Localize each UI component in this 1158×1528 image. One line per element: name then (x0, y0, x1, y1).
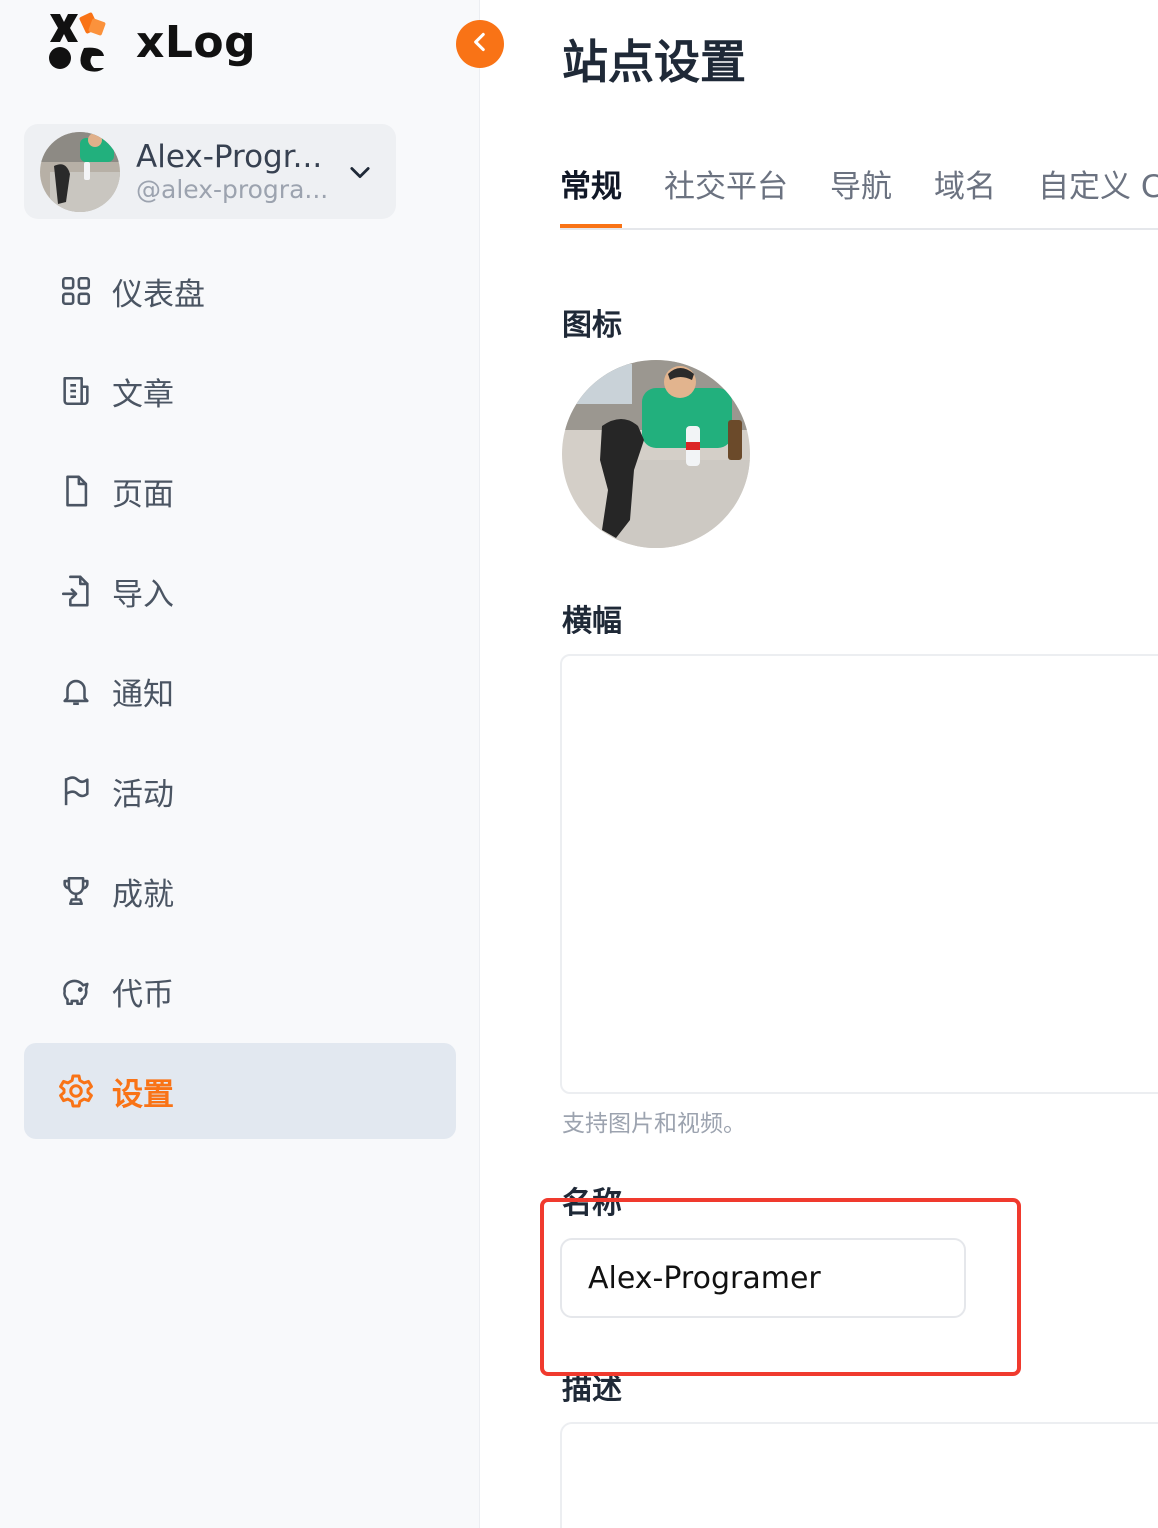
sidebar-item-pages[interactable]: 页面 (24, 443, 456, 539)
account-handle: @alex-progra... (136, 174, 329, 204)
tab-navigation[interactable]: 导航 (830, 160, 892, 228)
flag-icon (58, 773, 94, 809)
xlog-logo-icon (46, 12, 108, 72)
tab-custom[interactable]: 自定义 C (1038, 160, 1158, 228)
tab-domain[interactable]: 域名 (934, 160, 996, 228)
main-content: 站点设置 常规 社交平台 导航 域名 自定义 C 图标 横幅 支持图片和视频。 … (480, 0, 1158, 1528)
sidebar-item-notifications[interactable]: 通知 (24, 643, 456, 739)
sidebar-item-label: 设置 (112, 1076, 174, 1113)
name-label: 名称 (562, 1186, 622, 1221)
account-switcher[interactable]: Alex-Progr... @alex-progra... (24, 124, 396, 219)
sidebar-item-achievements[interactable]: 成就 (24, 843, 456, 939)
import-icon (58, 573, 94, 609)
site-name-input[interactable] (560, 1238, 966, 1318)
sidebar-item-label: 仪表盘 (112, 276, 205, 313)
sidebar-item-label: 通知 (112, 676, 174, 713)
sidebar-item-tokens[interactable]: 代币 (24, 943, 456, 1039)
trophy-icon (58, 873, 94, 909)
collapse-sidebar-button[interactable] (456, 20, 504, 68)
sidebar-item-label: 成就 (112, 876, 174, 913)
document-icon (58, 373, 94, 409)
bell-icon (58, 673, 94, 709)
file-icon (58, 473, 94, 509)
sidebar-item-label: 页面 (112, 476, 174, 513)
tab-general[interactable]: 常规 (560, 160, 622, 228)
sidebar-nav: 仪表盘 文章 页面 导入 通知 活动 成就 代币 设置 (24, 243, 456, 1143)
sidebar-item-label: 代币 (112, 976, 174, 1013)
description-label: 描述 (562, 1372, 622, 1407)
sidebar-item-import[interactable]: 导入 (24, 543, 456, 639)
gear-icon (58, 1073, 94, 1109)
description-textarea[interactable] (560, 1422, 1158, 1528)
chevron-left-icon (467, 29, 493, 59)
sidebar-item-label: 活动 (112, 776, 174, 813)
app-logo[interactable]: xLog (46, 12, 256, 72)
sidebar-item-posts[interactable]: 文章 (24, 343, 456, 439)
sidebar: xLog Alex-Progr... @alex-progra... 仪表盘 文… (0, 0, 480, 1528)
piggy-bank-icon (58, 973, 94, 1009)
icon-label: 图标 (562, 308, 622, 343)
sidebar-item-events[interactable]: 活动 (24, 743, 456, 839)
dashboard-grid-icon (58, 273, 94, 309)
banner-upload-area[interactable] (560, 654, 1158, 1094)
banner-hint: 支持图片和视频。 (562, 1111, 746, 1137)
avatar (40, 131, 120, 212)
sidebar-item-dashboard[interactable]: 仪表盘 (24, 243, 456, 339)
sidebar-item-settings[interactable]: 设置 (24, 1043, 456, 1139)
account-name: Alex-Progr... (136, 138, 323, 175)
account-info: Alex-Progr... @alex-progra... (136, 139, 336, 205)
tab-social-platforms[interactable]: 社交平台 (664, 160, 788, 228)
sidebar-item-label: 导入 (112, 576, 174, 613)
page-title: 站点设置 (562, 35, 746, 89)
site-icon-image[interactable] (562, 360, 750, 548)
chevron-down-icon (346, 158, 374, 190)
banner-label: 横幅 (562, 604, 622, 639)
settings-tabs: 常规 社交平台 导航 域名 自定义 C (560, 160, 1158, 230)
logo-text: xLog (136, 16, 257, 68)
sidebar-item-label: 文章 (112, 376, 174, 413)
